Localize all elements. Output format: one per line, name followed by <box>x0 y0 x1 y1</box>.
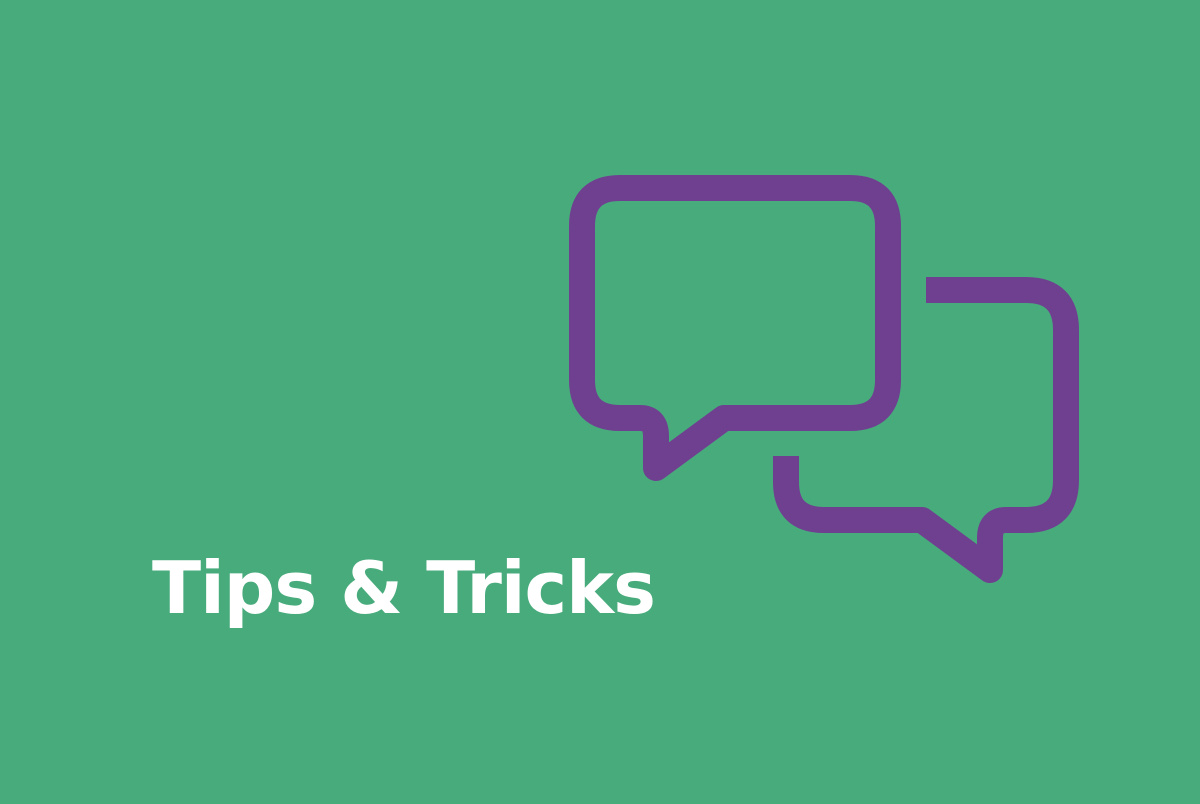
chat-bubbles-icon <box>569 175 1079 583</box>
back-bubble <box>773 277 1079 583</box>
banner: Tips & Tricks <box>0 0 1200 804</box>
page-title: Tips & Tricks <box>152 546 656 630</box>
front-bubble <box>569 175 901 481</box>
